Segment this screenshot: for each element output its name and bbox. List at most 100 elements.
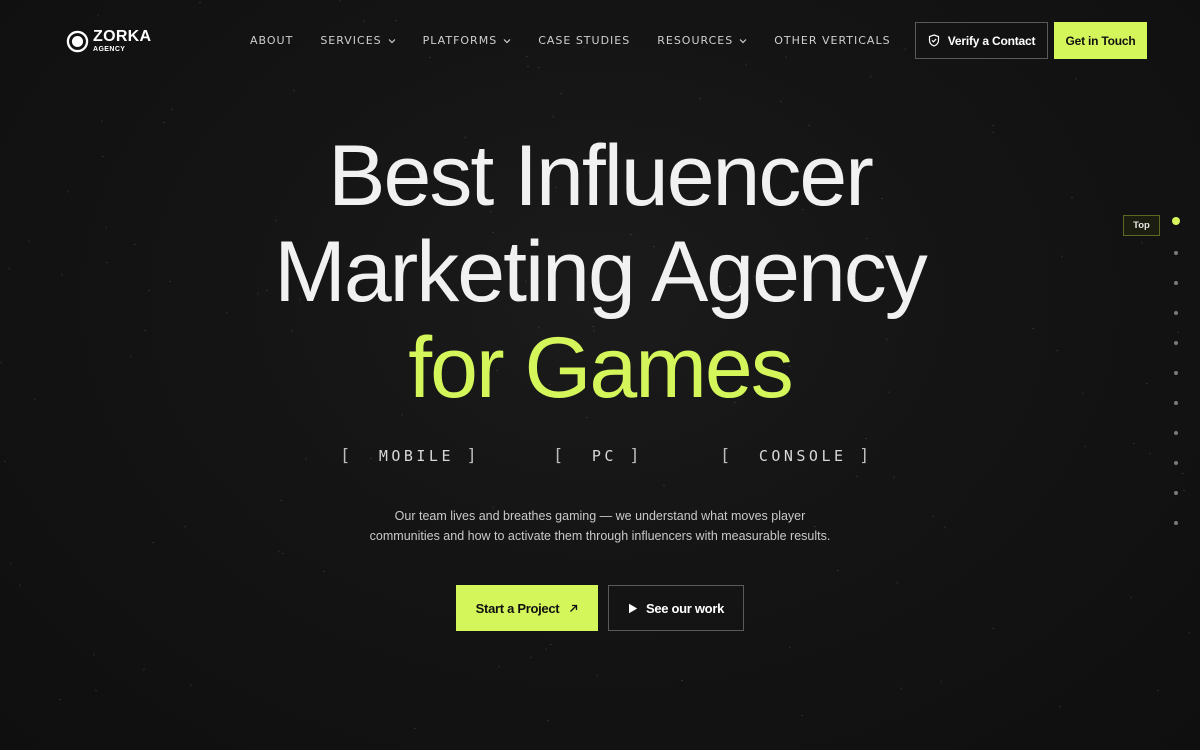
logo-icon [66, 30, 89, 52]
nav-label: RESOURCES [657, 34, 734, 47]
speckle [1130, 596, 1132, 599]
speckle [663, 484, 665, 487]
hero-description-line-1: Our team lives and breathes gaming — we … [394, 509, 806, 523]
verify-contact-button[interactable]: Verify a Contact [915, 22, 1048, 59]
logo[interactable]: ZORKA AGENCY [66, 29, 151, 53]
speckle [171, 108, 173, 111]
speckle [1182, 489, 1186, 492]
speckle [864, 437, 868, 440]
speckle [870, 75, 872, 78]
nav-label: ABOUT [250, 34, 294, 47]
platform-pc: [ PC ] [553, 446, 644, 466]
speckle [93, 653, 95, 656]
speckle [394, 19, 398, 22]
speckle [596, 674, 598, 677]
speckle [1059, 705, 1061, 708]
platform-label: MOBILE [378, 447, 454, 465]
speckle [293, 89, 295, 92]
logo-text: ZORKA AGENCY [93, 29, 151, 54]
speckle [413, 727, 417, 730]
speckle [190, 684, 192, 687]
nav-label: SERVICES [320, 34, 382, 47]
section-dot[interactable] [1172, 217, 1180, 225]
speckle [537, 66, 541, 69]
speckle [278, 550, 280, 553]
speckle [198, 1, 202, 4]
page: ZORKA AGENCY ABOUT SERVICES PLATFORMS CA… [0, 0, 1200, 750]
speckle [428, 56, 432, 59]
speckle [10, 562, 12, 565]
speckle [529, 656, 533, 659]
speckle [363, 20, 365, 23]
hero-title-line-2: Marketing Agency [274, 224, 928, 320]
speckle [785, 56, 787, 59]
section-dot[interactable] [1174, 431, 1178, 435]
get-in-touch-button[interactable]: Get in Touch [1054, 22, 1147, 59]
speckle [788, 646, 792, 649]
section-dot[interactable] [1174, 311, 1178, 315]
see-our-work-label: See our work [645, 600, 725, 616]
get-in-touch-label: Get in Touch [1065, 33, 1136, 48]
hero-title-line-1: Best Influencer [328, 128, 874, 224]
speckle [545, 648, 547, 651]
speckle [991, 627, 995, 630]
chevron-down-icon [503, 38, 511, 43]
shield-check-icon [928, 34, 939, 47]
platform-mobile: [ MOBILE ] [340, 446, 481, 466]
speckle [680, 679, 684, 682]
section-dot[interactable] [1174, 371, 1178, 375]
section-dot[interactable] [1174, 461, 1178, 465]
section-dot[interactable] [1174, 341, 1178, 345]
section-dot[interactable] [1174, 401, 1178, 405]
nav-item-other-verticals[interactable]: OTHER VERTICALS [774, 34, 890, 47]
platform-list: [ MOBILE ] [ PC ] [ CONSOLE ] [0, 446, 1200, 470]
nav-item-platforms[interactable]: PLATFORMS [423, 34, 512, 47]
speckle [1187, 631, 1191, 634]
speckle [151, 541, 155, 544]
start-project-button[interactable]: Start a Project [456, 585, 598, 631]
speckle [896, 581, 898, 584]
platform-label: CONSOLE [758, 447, 847, 465]
speckle [1132, 442, 1136, 445]
nav-item-about[interactable]: ABOUT [250, 34, 293, 47]
section-dot[interactable] [1174, 491, 1178, 495]
speckle [807, 124, 811, 127]
speckle [19, 584, 21, 587]
speckle [940, 680, 942, 683]
brand-sub: AGENCY [93, 46, 126, 53]
nav-item-services[interactable]: SERVICES [320, 34, 396, 47]
speckle [1181, 472, 1185, 475]
speckle [281, 552, 285, 555]
speckle [94, 689, 98, 692]
speckle [546, 719, 550, 722]
speckle [339, 0, 341, 2]
main-nav: ABOUT SERVICES PLATFORMS CASE STUDIES RE… [250, 34, 918, 47]
start-project-label: Start a Project [475, 600, 560, 616]
section-dot[interactable] [1174, 281, 1178, 285]
section-dot[interactable] [1174, 521, 1178, 525]
platform-label: PC [591, 447, 617, 465]
speckle [526, 65, 530, 68]
speckle [745, 63, 747, 66]
top-label-text: Top [1133, 220, 1150, 231]
top-label[interactable]: Top [1123, 215, 1160, 236]
chevron-down-icon [388, 38, 396, 43]
speckle [904, 48, 906, 51]
hero-description-line-2: communities and how to activate them thr… [369, 529, 831, 543]
speckle [58, 698, 62, 701]
speckle [549, 643, 553, 646]
nav-item-case-studies[interactable]: CASE STUDIES [538, 34, 630, 47]
speckle [585, 416, 589, 419]
speckle [552, 115, 554, 118]
section-dot[interactable] [1174, 251, 1178, 255]
speckle [698, 97, 702, 100]
nav-item-resources[interactable]: RESOURCES [657, 34, 747, 47]
nav-label: PLATFORMS [422, 34, 498, 47]
speckle [991, 124, 995, 127]
speckle [836, 569, 840, 572]
speckle [279, 499, 283, 502]
see-our-work-button[interactable]: See our work [608, 585, 744, 631]
speckle [943, 526, 947, 529]
hero-description: Our team lives and breathes gaming — we … [300, 506, 900, 546]
speckle [498, 665, 500, 668]
